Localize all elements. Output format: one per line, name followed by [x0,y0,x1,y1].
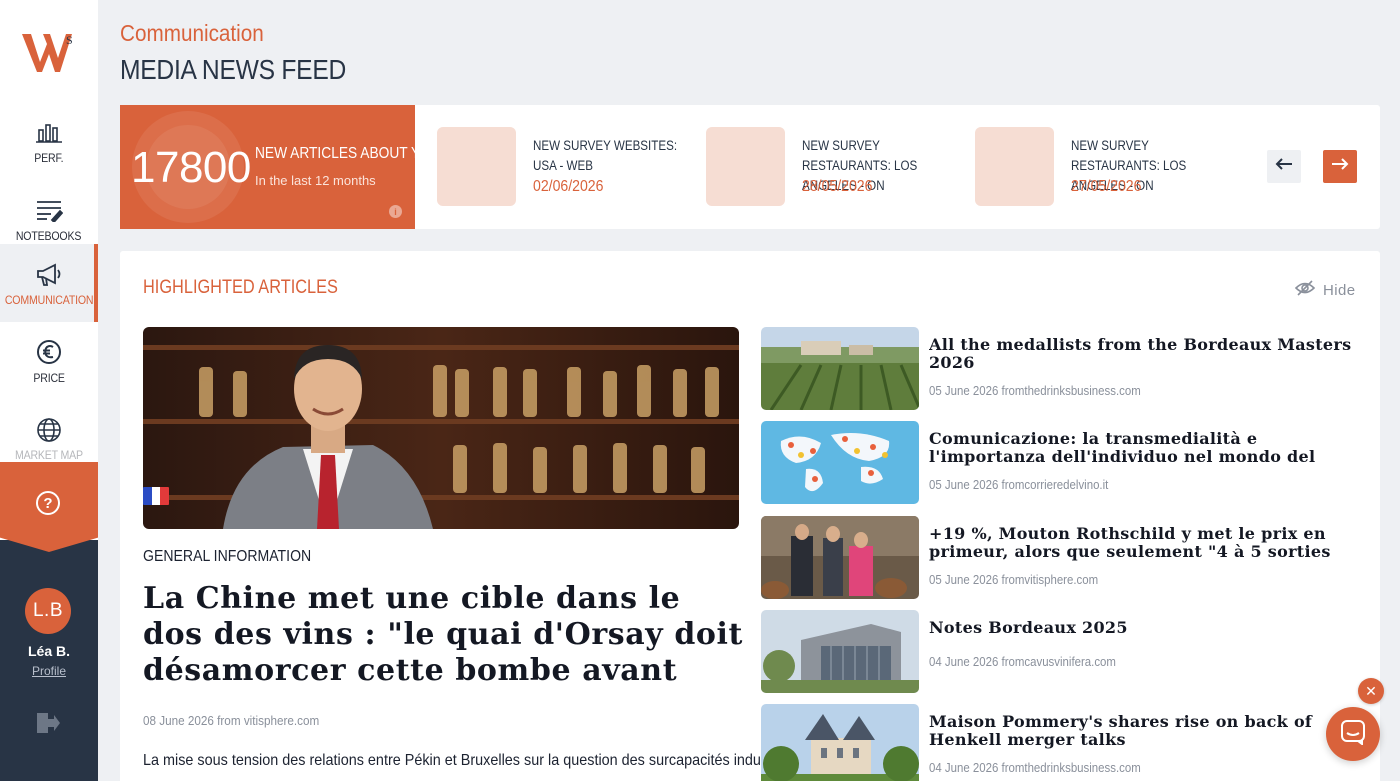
sidebar-item-label: COMMUNICATION [4,295,94,307]
side-article-meta: 04 June 2026 fromthedrinksbusiness.com [929,760,1141,775]
page-section: Communication [120,20,264,46]
survey-item[interactable]: NEW SURVEY RESTAURANTS: LOS ANGELES - ON… [975,127,1225,207]
close-icon[interactable]: ✕ [1358,678,1384,704]
globe-icon [34,416,64,444]
sidebar: S PERF. NOTEBOOKS COMMUNICATION PRICE MA… [0,0,98,781]
chat-launcher-button[interactable] [1326,707,1380,761]
main-article-image[interactable] [143,327,739,529]
logout-icon[interactable] [35,710,61,736]
side-article[interactable]: Comunicazione: la transmedialità e l'imp… [761,421,1380,505]
main-article-category: GENERAL INFORMATION [143,548,312,565]
user-panel: L.B Léa B. Profile [0,540,98,781]
notebook-lines-icon [34,195,64,225]
arrow-left-icon [1275,157,1293,176]
side-article-title: Maison Pommery's shares rise on back of … [929,713,1313,749]
side-article-title: +19 %, Mouton Rothschild y met le prix e… [929,525,1331,563]
side-article-title: Notes Bordeaux 2025 [929,619,1128,637]
survey-item[interactable]: NEW SURVEY RESTAURANTS: LOS ANGELES - ON… [706,127,956,207]
info-icon[interactable]: i [389,205,402,218]
sidebar-item-price[interactable]: PRICE [0,322,98,400]
eye-slash-icon [1294,279,1316,301]
side-article-meta: 05 June 2026 fromcorrieredelvino.it [929,477,1109,492]
highlighted-articles-panel: HIGHLIGHTED ARTICLES Hide GENERAL INFORM… [120,251,1380,781]
survey-item[interactable]: NEW SURVEY WEBSITES: USA - WEB 02/06/202… [437,127,687,207]
sidebar-item-label: NOTEBOOKS [16,231,82,243]
side-article-title: Comunicazione: la transmedialità e l'imp… [929,430,1316,468]
article-thumbnail [761,421,919,504]
survey-date: 28/05/2026 [802,178,873,195]
main-article-title[interactable]: La Chine met une cible dans le dos des v… [143,581,743,691]
article-thumbnail [761,327,919,410]
megaphone-icon [34,259,64,289]
avatar[interactable]: L.B [25,588,71,634]
help-panel: ? [0,462,98,552]
article-thumbnail [761,610,919,693]
sidebar-item-communication[interactable]: COMMUNICATION [0,244,98,322]
carousel-next-button[interactable] [1323,150,1357,183]
bar-chart-icon [34,117,64,147]
survey-date: 27/05/2026 [1071,178,1142,195]
news-summary-band: 17800 NEW ARTICLES ABOUT YOU In the last… [120,105,1380,229]
article-thumbnail [761,704,919,781]
article-count-card: 17800 NEW ARTICLES ABOUT YOU In the last… [120,105,415,229]
main-article-meta: 08 June 2026 from vitisphere.com [143,713,320,728]
question-circle-icon[interactable]: ? [36,491,60,515]
side-article[interactable]: Maison Pommery's shares rise on back of … [761,704,1380,781]
article-count-sublabel: In the last 12 months [255,173,376,188]
brand-logo[interactable]: S [0,0,98,100]
side-article-meta: 05 June 2026 fromvitisphere.com [929,572,1099,587]
main-article-excerpt: La mise sous tension des relations entre… [143,752,810,769]
arrow-right-icon [1331,157,1349,176]
page-title: MEDIA NEWS FEED [120,54,347,85]
survey-thumbnail [975,127,1054,206]
article-thumbnail [761,516,919,599]
chat-bubble-icon [1340,719,1366,750]
side-article-meta: 05 June 2026 fromthedrinksbusiness.com [929,383,1141,398]
side-article[interactable]: Notes Bordeaux 2025 04 June 2026 fromcav… [761,610,1380,694]
svg-text:S: S [66,33,73,47]
section-title: HIGHLIGHTED ARTICLES [143,277,338,298]
article-count-label: NEW ARTICLES ABOUT YOU [255,145,415,162]
euro-icon [34,337,64,367]
sidebar-item-label: PERF. [34,153,64,165]
sidebar-item-label: PRICE [33,373,65,385]
side-article[interactable]: All the medallists from the Bordeaux Mas… [761,327,1380,411]
survey-thumbnail [706,127,785,206]
sidebar-item-perf[interactable]: PERF. [0,102,98,180]
survey-thumbnail [437,127,516,206]
survey-date: 02/06/2026 [533,178,604,195]
sidebar-item-label: MARKET MAP [15,450,83,462]
hide-button[interactable]: Hide [1294,279,1356,301]
profile-link[interactable]: Profile [0,664,98,678]
article-count: 17800 [131,143,251,192]
user-name: Léa B. [27,643,70,659]
france-flag-icon [143,487,169,505]
side-article-meta: 04 June 2026 fromcavusvinifera.com [929,654,1116,669]
side-article-title: All the medallists from the Bordeaux Mas… [929,336,1352,372]
sidebar-item-market-map[interactable]: MARKET MAP [0,400,98,462]
carousel-prev-button[interactable] [1267,150,1301,183]
survey-title: NEW SURVEY WEBSITES: USA - WEB [533,138,678,173]
hide-label: Hide [1323,281,1356,299]
side-article[interactable]: +19 %, Mouton Rothschild y met le prix e… [761,516,1380,600]
